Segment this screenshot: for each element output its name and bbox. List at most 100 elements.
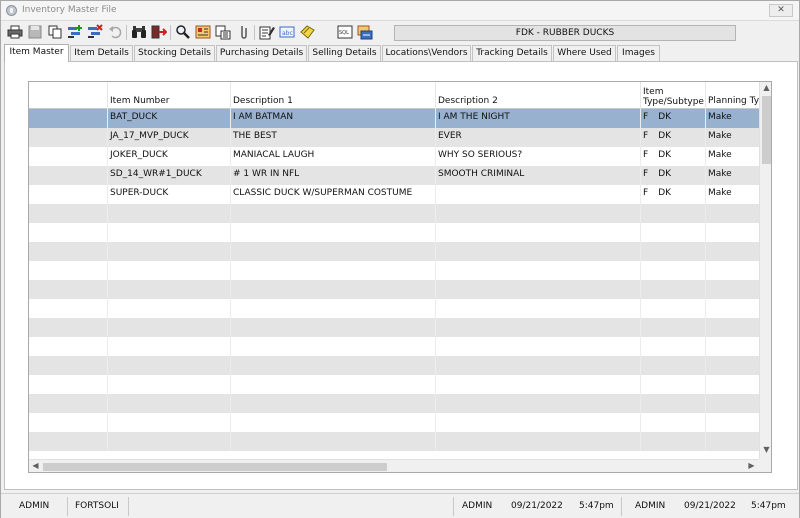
table-row[interactable]: JA_17_MVP_DUCK THE BEST EVER F DK Make (29, 128, 759, 147)
cell-description-2[interactable]: SMOOTH CRIMINAL (435, 166, 640, 185)
copy-icon[interactable] (47, 24, 63, 40)
cell-description-2[interactable] (435, 299, 640, 318)
cell-item-type[interactable]: F DK (640, 185, 705, 204)
cell-item-number[interactable] (107, 375, 230, 394)
cell-item-type[interactable]: F DK (640, 147, 705, 166)
table-row[interactable]: JOKER_DUCK MANIACAL LAUGH WHY SO SERIOUS? F… (29, 147, 759, 166)
empty-table-row[interactable] (29, 280, 759, 299)
scroll-right-icon[interactable]: ▶ (745, 461, 758, 471)
cell-description-1[interactable] (230, 318, 435, 337)
exit-icon[interactable] (151, 24, 167, 40)
row-selector[interactable] (29, 185, 107, 204)
cell-description-1[interactable] (230, 432, 435, 451)
cell-planning-type[interactable] (705, 318, 759, 337)
table-row[interactable]: BAT_DUCK I AM BATMAN I AM THE NIGHT F DK Make (29, 109, 759, 128)
cell-item-number[interactable]: BAT_DUCK (107, 109, 230, 128)
cell-item-number[interactable] (107, 318, 230, 337)
close-button[interactable]: ✕ (769, 4, 793, 17)
cell-planning-type[interactable] (705, 413, 759, 432)
cell-description-2[interactable] (435, 394, 640, 413)
cell-item-number[interactable]: SUPER-DUCK (107, 185, 230, 204)
cell-description-1[interactable]: I AM BATMAN (230, 109, 435, 128)
cell-description-2[interactable] (435, 223, 640, 242)
empty-table-row[interactable] (29, 242, 759, 261)
cell-planning-type[interactable] (705, 299, 759, 318)
cell-item-type[interactable] (640, 242, 705, 261)
row-selector[interactable] (29, 394, 107, 413)
row-selector[interactable] (29, 280, 107, 299)
table-row[interactable]: SD_14_WR#1_DUCK # 1 WR IN NFL SMOOTH CRIMI… (29, 166, 759, 185)
cell-item-number[interactable]: JOKER_DUCK (107, 147, 230, 166)
cell-item-number[interactable]: SD_14_WR#1_DUCK (107, 166, 230, 185)
cell-item-type[interactable]: F DK (640, 109, 705, 128)
cell-planning-type[interactable] (705, 375, 759, 394)
cell-description-2[interactable] (435, 185, 640, 204)
tab-item-master[interactable]: Item Master (4, 44, 69, 62)
row-selector[interactable] (29, 356, 107, 375)
cell-description-2[interactable] (435, 280, 640, 299)
row-selector[interactable] (29, 128, 107, 147)
row-selector[interactable] (29, 242, 107, 261)
cell-item-number[interactable] (107, 204, 230, 223)
cell-item-number[interactable] (107, 356, 230, 375)
cell-item-type[interactable] (640, 299, 705, 318)
cell-description-1[interactable] (230, 223, 435, 242)
cell-planning-type[interactable] (705, 242, 759, 261)
cell-item-type[interactable] (640, 432, 705, 451)
empty-table-row[interactable] (29, 356, 759, 375)
cell-item-type[interactable]: F DK (640, 166, 705, 185)
cell-item-number[interactable] (107, 280, 230, 299)
column-header-description-2[interactable]: Description 2 (435, 82, 640, 109)
cell-description-1[interactable] (230, 394, 435, 413)
tab-locations-vendors[interactable]: Locations\Vendors (382, 45, 471, 61)
row-selector[interactable] (29, 166, 107, 185)
empty-table-row[interactable] (29, 394, 759, 413)
cell-item-type[interactable] (640, 413, 705, 432)
column-header-item-number[interactable]: Item Number (107, 82, 230, 109)
vertical-scrollbar[interactable]: ▲ ▼ (759, 82, 771, 459)
sql-icon[interactable]: SQL (337, 24, 353, 40)
tab-images[interactable]: Images (617, 45, 660, 61)
attachment-icon[interactable] (235, 24, 251, 40)
cell-item-type[interactable] (640, 223, 705, 242)
cell-description-1[interactable] (230, 299, 435, 318)
cell-description-1[interactable] (230, 280, 435, 299)
cell-description-2[interactable] (435, 432, 640, 451)
cell-description-2[interactable] (435, 356, 640, 375)
empty-table-row[interactable] (29, 223, 759, 242)
empty-table-row[interactable] (29, 337, 759, 356)
cell-item-number[interactable] (107, 242, 230, 261)
cell-item-type[interactable] (640, 318, 705, 337)
cell-description-2[interactable]: WHY SO SERIOUS? (435, 147, 640, 166)
cell-item-number[interactable] (107, 432, 230, 451)
cell-description-1[interactable]: MANIACAL LAUGH (230, 147, 435, 166)
cell-description-1[interactable] (230, 337, 435, 356)
cell-description-2[interactable]: EVER (435, 128, 640, 147)
row-selector[interactable] (29, 375, 107, 394)
empty-table-row[interactable] (29, 261, 759, 280)
cell-planning-type[interactable]: Make (705, 109, 759, 128)
column-header-selector[interactable] (29, 82, 107, 109)
cell-item-type[interactable] (640, 204, 705, 223)
scroll-down-icon[interactable]: ▼ (760, 445, 771, 455)
note-icon[interactable] (299, 24, 315, 40)
cell-description-2[interactable] (435, 375, 640, 394)
report-list-icon[interactable] (215, 24, 231, 40)
cell-planning-type[interactable]: Make (705, 166, 759, 185)
cell-item-number[interactable] (107, 337, 230, 356)
column-header-planning-type[interactable]: Planning Ty (705, 82, 759, 109)
horizontal-scrollbar[interactable]: ◀ ▶ (29, 459, 759, 472)
cell-item-type[interactable] (640, 375, 705, 394)
cell-planning-type[interactable] (705, 432, 759, 451)
row-selector[interactable] (29, 147, 107, 166)
tab-tracking-details[interactable]: Tracking Details (472, 45, 552, 61)
cell-description-2[interactable] (435, 413, 640, 432)
empty-table-row[interactable] (29, 318, 759, 337)
scroll-up-icon[interactable]: ▲ (760, 83, 771, 93)
row-selector[interactable] (29, 413, 107, 432)
tab-selling-details[interactable]: Selling Details (308, 45, 381, 61)
cell-item-type[interactable] (640, 280, 705, 299)
cell-planning-type[interactable] (705, 204, 759, 223)
tab-purchasing-details[interactable]: Purchasing Details (216, 45, 307, 61)
report-icon[interactable] (195, 24, 211, 40)
